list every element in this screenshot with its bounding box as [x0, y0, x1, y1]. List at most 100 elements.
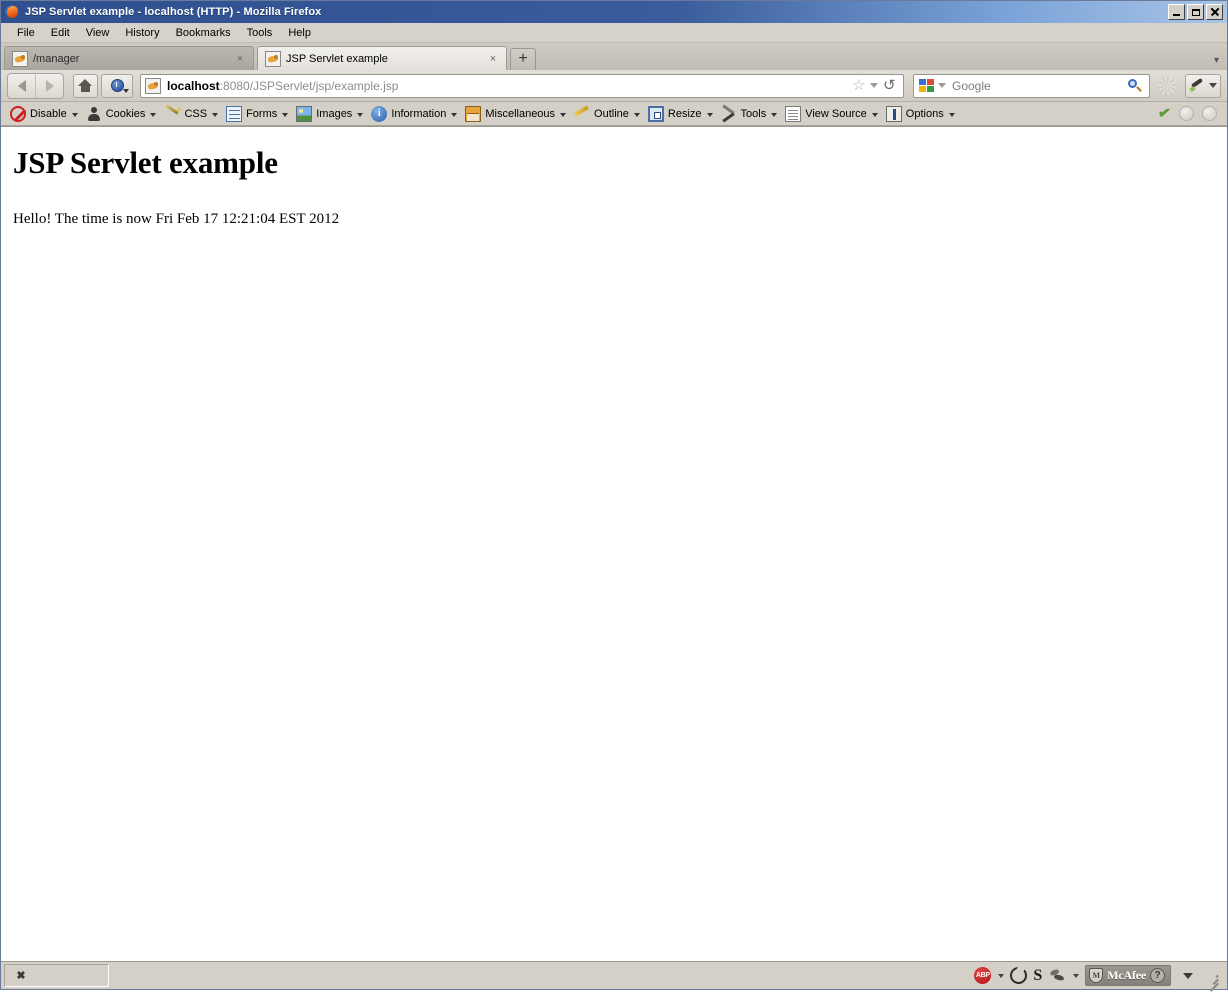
- close-button[interactable]: [1206, 4, 1223, 20]
- web-developer-toolbar: Disable Cookies ✦ CSS Forms Images i Inf…: [1, 102, 1227, 126]
- chevron-down-icon: [71, 113, 78, 117]
- adblock-plus-icon[interactable]: ABP: [974, 967, 992, 984]
- google-icon: [919, 78, 934, 93]
- chevron-down-icon: [633, 113, 640, 117]
- back-forward-group: [7, 72, 64, 99]
- new-tab-button[interactable]: +: [510, 48, 536, 70]
- url-path: :8080/JSPServlet/jsp/example.jsp: [219, 78, 399, 93]
- devtool-miscellaneous[interactable]: Miscellaneous: [462, 104, 571, 124]
- devtool-tools[interactable]: Tools: [718, 104, 783, 124]
- devtool-resize[interactable]: Resize: [645, 104, 718, 124]
- menu-bar: File Edit View History Bookmarks Tools H…: [1, 23, 1227, 43]
- devtool-label: Cookies: [105, 107, 146, 120]
- chevron-down-icon: [212, 113, 219, 117]
- colorzilla-button[interactable]: [1185, 73, 1221, 98]
- status-circle-icon[interactable]: [1179, 106, 1194, 121]
- devtool-label: Information: [391, 107, 447, 120]
- tab-manager[interactable]: /manager ×: [4, 46, 254, 70]
- devtool-forms[interactable]: Forms: [223, 104, 293, 124]
- reload-icon[interactable]: ↻: [883, 77, 896, 94]
- tab-close-icon[interactable]: ×: [233, 52, 247, 66]
- chevron-down-icon: [150, 113, 157, 117]
- cookies-icon: [86, 106, 102, 122]
- validate-check-icon[interactable]: ✔: [1157, 104, 1172, 123]
- maximize-button[interactable]: [1187, 4, 1204, 20]
- chevron-down-icon[interactable]: [1073, 973, 1080, 978]
- chevron-down-icon[interactable]: [938, 83, 946, 88]
- menu-help[interactable]: Help: [280, 26, 319, 40]
- images-icon: [296, 105, 313, 122]
- minimize-button[interactable]: [1168, 4, 1185, 20]
- eyedropper-icon: [1189, 77, 1206, 93]
- devtool-label: CSS: [184, 107, 208, 120]
- arrow-right-icon: [45, 79, 54, 92]
- resize-icon: [647, 105, 664, 122]
- tab-jsp-servlet-example[interactable]: JSP Servlet example ×: [257, 46, 507, 70]
- devtool-outline[interactable]: Outline: [571, 104, 645, 124]
- skype-icon[interactable]: S: [1033, 967, 1042, 984]
- tools-icon: [721, 104, 737, 122]
- menu-view[interactable]: View: [78, 26, 118, 40]
- chevron-down-icon: [451, 113, 458, 117]
- menu-file[interactable]: File: [9, 26, 43, 40]
- window-controls: [1168, 4, 1225, 20]
- chevron-down-icon: [948, 113, 955, 117]
- help-icon[interactable]: ?: [1150, 968, 1165, 983]
- page-content: JSP Servlet example Hello! The time is n…: [1, 126, 1227, 961]
- back-button[interactable]: [8, 74, 35, 98]
- devtool-cookies[interactable]: Cookies: [83, 104, 162, 124]
- search-input[interactable]: Google: [952, 79, 1126, 93]
- devtool-images[interactable]: Images: [293, 104, 368, 124]
- url-input[interactable]: localhost:8080/JSPServlet/jsp/example.js…: [167, 79, 845, 93]
- list-all-tabs-button[interactable]: ▾: [1214, 55, 1227, 70]
- search-box[interactable]: Google: [913, 73, 1150, 98]
- chevron-down-icon[interactable]: [1209, 83, 1217, 88]
- chevron-down-icon: [560, 113, 567, 117]
- forward-button[interactable]: [35, 73, 63, 98]
- home-button[interactable]: [73, 73, 98, 98]
- resize-grip[interactable]: [1205, 971, 1219, 992]
- throbber-icon: [1158, 76, 1176, 95]
- chevron-down-icon[interactable]: [870, 83, 879, 88]
- status-tray: ABP S McAfee ?: [974, 965, 1225, 992]
- sync-icon[interactable]: [1010, 967, 1028, 984]
- title-bar: JSP Servlet example - localhost (HTTP) -…: [1, 1, 1227, 23]
- menu-bookmarks[interactable]: Bookmarks: [168, 26, 239, 40]
- chevron-down-icon[interactable]: [998, 973, 1005, 978]
- url-actions: ☆ ↻: [845, 77, 903, 94]
- devtool-view-source[interactable]: View Source: [782, 104, 883, 124]
- devtool-label: Resize: [667, 107, 702, 120]
- devtool-css[interactable]: ✦ CSS: [161, 103, 223, 124]
- devtool-label: Forms: [246, 107, 278, 120]
- information-icon: i: [371, 105, 388, 122]
- window-title: JSP Servlet example - localhost (HTTP) -…: [25, 6, 322, 18]
- tab-bar: /manager × JSP Servlet example × + ▾: [1, 43, 1227, 70]
- view-source-icon: [785, 105, 802, 122]
- bookmark-star-icon[interactable]: ☆: [852, 78, 865, 93]
- menu-tools[interactable]: Tools: [239, 26, 281, 40]
- chevron-down-icon: [123, 88, 129, 93]
- devtool-disable[interactable]: Disable: [7, 104, 83, 124]
- status-bar: ✖ ABP S McAfee ?: [1, 961, 1227, 992]
- forms-icon: [226, 105, 243, 122]
- flashgot-icon[interactable]: [1048, 968, 1066, 983]
- tab-close-icon[interactable]: ×: [486, 52, 500, 66]
- chevron-down-icon: [282, 113, 289, 117]
- devtool-information[interactable]: i Information: [368, 104, 462, 124]
- miscellaneous-icon: [465, 105, 482, 122]
- site-identity-button[interactable]: [101, 73, 133, 98]
- status-circle-icon[interactable]: [1202, 106, 1217, 121]
- outline-icon: [574, 105, 590, 122]
- status-close-icon[interactable]: ✖: [13, 968, 29, 984]
- mcafee-badge[interactable]: McAfee ?: [1085, 965, 1171, 986]
- devtool-options[interactable]: Options: [883, 104, 960, 124]
- url-bar[interactable]: localhost:8080/JSPServlet/jsp/example.js…: [140, 73, 904, 98]
- devtool-label: View Source: [805, 107, 867, 120]
- devtool-label: Images: [316, 107, 353, 120]
- chevron-down-icon: [871, 113, 878, 117]
- status-overflow-caret-icon[interactable]: [1183, 972, 1193, 979]
- menu-history[interactable]: History: [117, 26, 167, 40]
- search-icon[interactable]: [1126, 78, 1144, 94]
- chevron-down-icon: [357, 113, 364, 117]
- menu-edit[interactable]: Edit: [43, 26, 78, 40]
